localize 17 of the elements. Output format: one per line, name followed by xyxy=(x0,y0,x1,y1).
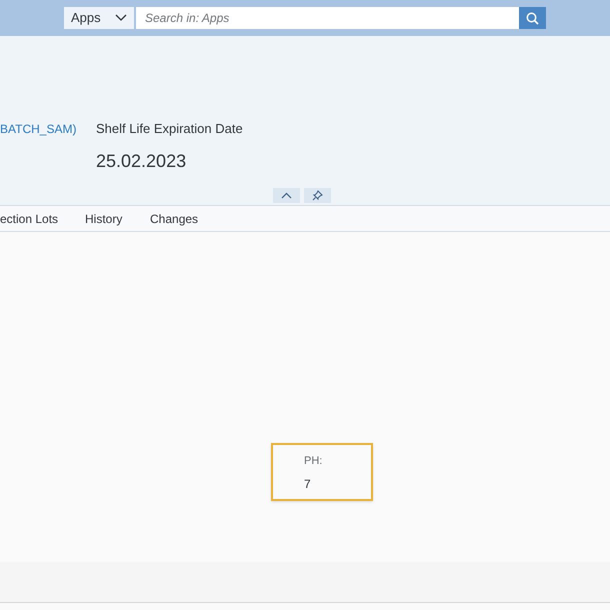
tab[interactable]: Changes xyxy=(150,206,230,231)
search-icon xyxy=(526,12,539,24)
chevron-up-icon xyxy=(281,192,292,199)
search-field[interactable]: Search in: Apps xyxy=(136,7,519,29)
collapse-header-button[interactable] xyxy=(273,188,300,203)
field-value: 25.02.2023 xyxy=(96,150,188,173)
card-value: 7 xyxy=(304,476,312,492)
chevron-down-icon xyxy=(115,14,127,22)
search-button[interactable] xyxy=(519,7,546,29)
scope-dropdown[interactable]: Apps xyxy=(64,7,134,29)
batch-link[interactable]: BATCH_SAM) xyxy=(0,120,96,175)
card-label: PH: xyxy=(304,454,324,469)
field-label: Shelf Life Expiration Date xyxy=(96,120,243,138)
tab[interactable]: History xyxy=(85,206,150,231)
pin-header-button[interactable] xyxy=(304,188,331,203)
pin-icon xyxy=(312,190,323,201)
tab[interactable]: ection Lots xyxy=(0,206,85,231)
